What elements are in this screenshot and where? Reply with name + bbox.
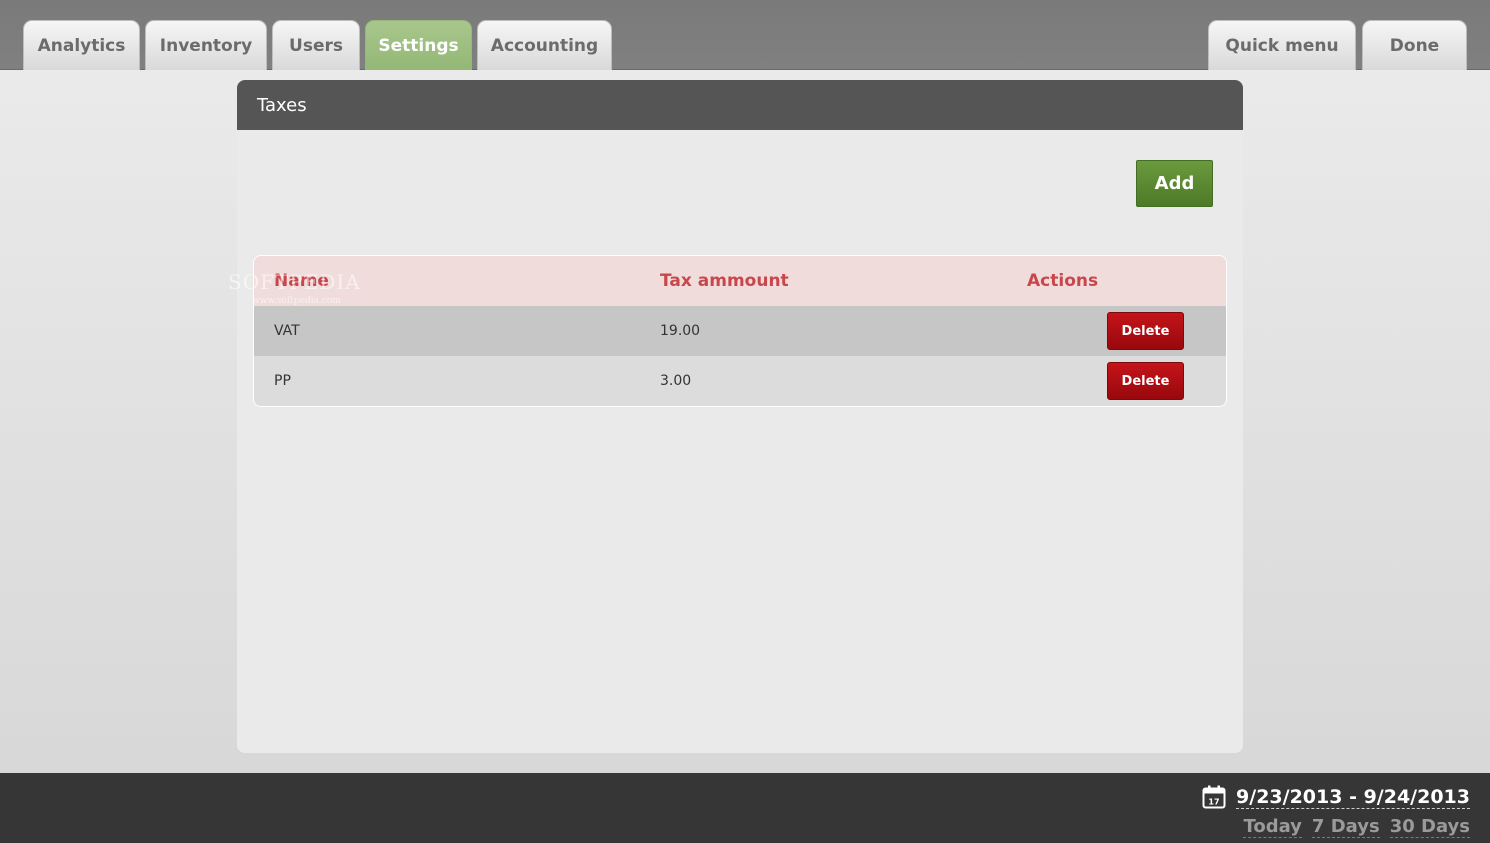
taxes-panel: Taxes Add Name Tax ammount Actions VAT 1… bbox=[237, 80, 1243, 753]
table-row: PP 3.00 Delete bbox=[254, 356, 1226, 406]
header-name: Name bbox=[274, 271, 329, 291]
header-tax-amount: Tax ammount bbox=[660, 271, 789, 291]
delete-button[interactable]: Delete bbox=[1107, 362, 1184, 400]
range-today[interactable]: Today bbox=[1243, 816, 1302, 838]
date-range-text[interactable]: 9/23/2013 - 9/24/2013 bbox=[1236, 786, 1470, 809]
footer-bar: 17 9/23/2013 - 9/24/2013 Today 7 Days 30… bbox=[0, 773, 1490, 843]
tab-analytics[interactable]: Analytics bbox=[23, 20, 140, 70]
panel-title: Taxes bbox=[237, 80, 1243, 130]
done-button[interactable]: Done bbox=[1362, 20, 1467, 70]
row-amount: 19.00 bbox=[660, 323, 701, 339]
calendar-icon[interactable]: 17 bbox=[1202, 785, 1226, 809]
tab-inventory[interactable]: Inventory bbox=[145, 20, 267, 70]
delete-button[interactable]: Delete bbox=[1107, 312, 1184, 350]
quick-menu-button[interactable]: Quick menu bbox=[1208, 20, 1356, 70]
tab-accounting[interactable]: Accounting bbox=[477, 20, 612, 70]
range-7-days[interactable]: 7 Days bbox=[1311, 816, 1380, 838]
top-nav-bar: Analytics Inventory Users Settings Accou… bbox=[0, 0, 1490, 70]
taxes-table: Name Tax ammount Actions VAT 19.00 Delet… bbox=[253, 255, 1227, 407]
table-header: Name Tax ammount Actions bbox=[254, 256, 1226, 306]
row-name: VAT bbox=[274, 323, 300, 339]
table-row: VAT 19.00 Delete bbox=[254, 306, 1226, 356]
header-actions: Actions bbox=[1027, 271, 1099, 291]
calendar-day: 17 bbox=[1208, 798, 1219, 807]
date-range: 17 9/23/2013 - 9/24/2013 bbox=[1202, 785, 1470, 809]
range-30-days[interactable]: 30 Days bbox=[1389, 816, 1470, 838]
add-tax-button[interactable]: Add bbox=[1136, 160, 1213, 207]
row-name: PP bbox=[274, 373, 291, 389]
tab-settings[interactable]: Settings bbox=[365, 20, 472, 70]
row-amount: 3.00 bbox=[660, 373, 692, 389]
panel-title-text: Taxes bbox=[257, 94, 307, 116]
quick-ranges: Today 7 Days 30 Days bbox=[1243, 816, 1470, 838]
tab-users[interactable]: Users bbox=[272, 20, 360, 70]
